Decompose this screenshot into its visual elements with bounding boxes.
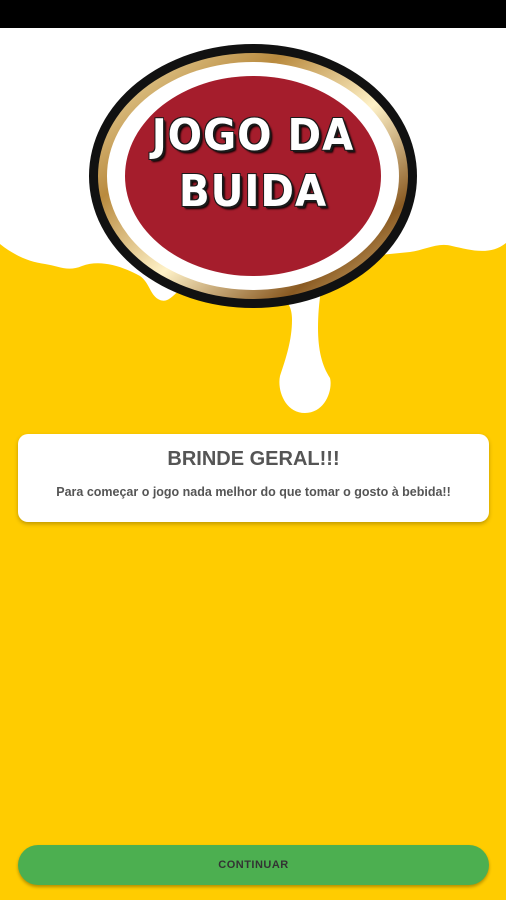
toast-card: BRINDE GERAL!!! Para começar o jogo nada… [18,434,489,522]
status-bar [0,0,506,28]
logo-title: JOGO DA BUIDA [112,108,394,220]
logo-title-line2: BUIDA [178,166,328,217]
card-title: BRINDE GERAL!!! [167,448,340,470]
continue-button[interactable]: CONTINUAR [18,845,489,885]
card-message: Para começar o jogo nada melhor do que t… [56,485,451,499]
logo-title-line1: JOGO DA [151,110,355,161]
